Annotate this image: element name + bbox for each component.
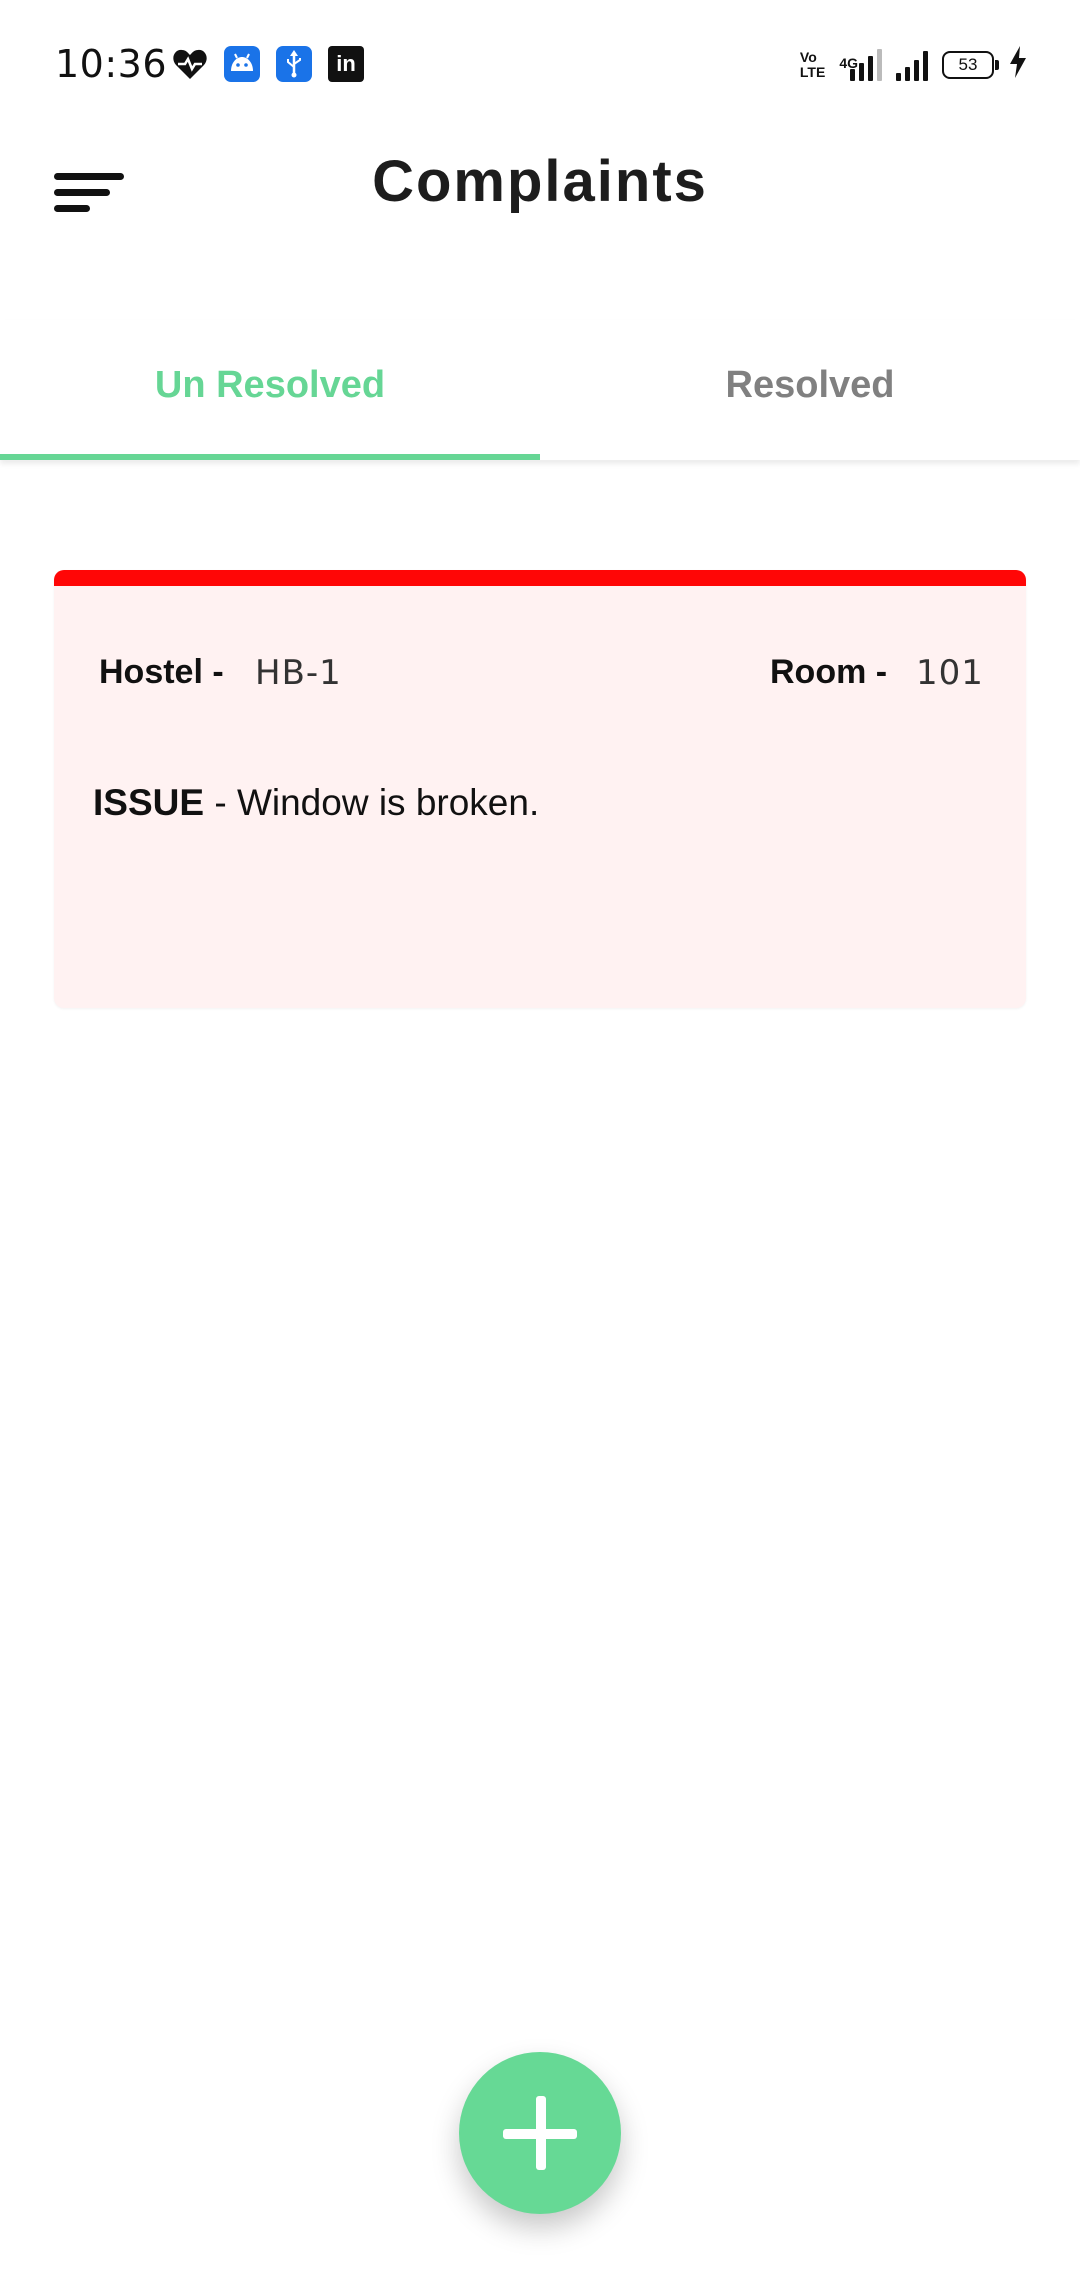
card-status-bar [54,570,1026,586]
tab-unresolved[interactable]: Un Resolved [0,320,540,460]
hostel-label: Hostel - [99,653,224,691]
complaint-card[interactable]: Hostel - HB-1 Room - 101 ISSUE - Window … [54,570,1026,1008]
issue-text: Window is broken. [236,782,540,823]
hostel-value: HB-1 [255,653,342,693]
volte-indicator: Vo LTE [799,48,826,80]
status-time: 10:36 [55,42,168,86]
heart-icon [172,46,208,82]
tab-label: Resolved [725,363,895,406]
issue-label: ISSUE [93,782,205,823]
active-tab-indicator [0,454,540,460]
tab-label: Un Resolved [154,363,386,406]
linkedin-icon: in [328,46,364,82]
usb-icon [276,46,312,82]
charging-icon [1008,46,1028,83]
page-title: Complaints [372,149,708,214]
network-type: 4G [839,54,858,71]
issue-separator: - [204,782,237,823]
system-icons: Vo LTE 4G 53 [800,46,1028,83]
android-icon [224,46,260,82]
tab-bar: Un Resolved Resolved [0,320,1080,460]
issue-line: ISSUE - Window is broken. [93,782,539,824]
room-value: 101 [916,653,984,693]
signal-strength-icon-2 [896,49,928,81]
add-complaint-button[interactable] [459,2052,621,2214]
battery-icon: 53 [942,50,999,79]
notification-icons: in [172,46,364,82]
tab-resolved[interactable]: Resolved [540,320,1080,460]
app-bar: Complaints [0,130,1080,240]
room-label: Room - [770,653,888,691]
status-bar: 10:36 in Vo LTE 4G 53 [0,0,1080,130]
